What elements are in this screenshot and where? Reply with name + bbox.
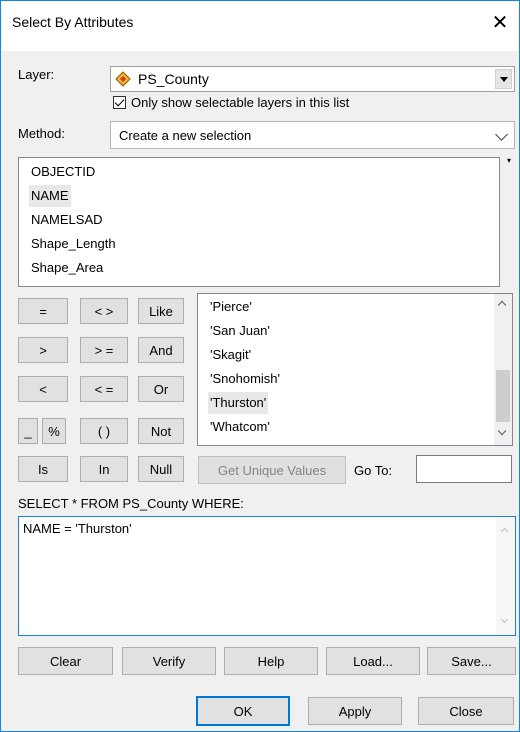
scroll-up-icon[interactable] bbox=[500, 527, 509, 536]
or-button[interactable]: Or bbox=[138, 376, 184, 402]
expression-scrollbar[interactable] bbox=[496, 517, 515, 635]
not-button[interactable]: Not bbox=[138, 418, 184, 444]
unique-values-list[interactable]: 'Pierce' 'San Juan' 'Skagit' 'Snohomish'… bbox=[197, 293, 513, 446]
get-unique-values-button[interactable]: Get Unique Values bbox=[198, 456, 346, 484]
chevron-down-icon bbox=[495, 128, 508, 141]
in-button[interactable]: In bbox=[80, 456, 128, 482]
verify-button[interactable]: Verify bbox=[122, 647, 216, 675]
null-button[interactable]: Null bbox=[138, 456, 184, 482]
field-item[interactable]: NAMELSAD bbox=[29, 209, 105, 231]
method-dropdown[interactable]: Create a new selection bbox=[110, 121, 515, 149]
ok-button[interactable]: OK bbox=[196, 696, 290, 726]
fields-list[interactable]: OBJECTID NAME NAMELSAD Shape_Length Shap… bbox=[18, 157, 500, 287]
layer-value: PS_County bbox=[138, 71, 209, 87]
underscore-button[interactable]: _ bbox=[18, 418, 38, 444]
check-icon bbox=[114, 96, 125, 107]
less-equal-button[interactable]: < = bbox=[80, 376, 128, 402]
go-to-label: Go To: bbox=[354, 463, 393, 478]
selectable-layers-label: Only show selectable layers in this list bbox=[131, 95, 350, 110]
value-item[interactable]: 'Pierce' bbox=[208, 296, 254, 318]
layer-dropdown-button[interactable] bbox=[495, 69, 512, 89]
expression-textarea[interactable]: NAME = 'Thurston' bbox=[18, 516, 516, 636]
scroll-down-icon[interactable] bbox=[500, 615, 509, 624]
expression-text: NAME = 'Thurston' bbox=[23, 521, 132, 536]
help-button[interactable]: Help bbox=[224, 647, 318, 675]
clear-button[interactable]: Clear bbox=[18, 647, 113, 675]
go-to-input[interactable] bbox=[416, 455, 512, 483]
equals-button[interactable]: = bbox=[18, 298, 68, 324]
percent-button[interactable]: % bbox=[42, 418, 66, 444]
field-item[interactable]: OBJECTID bbox=[29, 161, 97, 183]
load-button[interactable]: Load... bbox=[326, 647, 420, 675]
scroll-down-icon[interactable] bbox=[497, 426, 507, 436]
is-button[interactable]: Is bbox=[18, 456, 68, 482]
apply-button[interactable]: Apply bbox=[308, 697, 402, 725]
value-item-selected[interactable]: 'Thurston' bbox=[208, 392, 269, 414]
values-scrollbar[interactable] bbox=[494, 294, 512, 445]
scroll-up-icon[interactable] bbox=[497, 300, 507, 310]
parentheses-button[interactable]: ( ) bbox=[80, 418, 128, 444]
like-button[interactable]: Like bbox=[138, 298, 184, 324]
field-item[interactable]: Shape_Area bbox=[29, 257, 105, 279]
layer-label: Layer: bbox=[18, 67, 55, 82]
close-icon[interactable]: ✕ bbox=[486, 8, 514, 38]
layer-dropdown[interactable]: PS_County bbox=[110, 66, 515, 92]
greater-than-button[interactable]: > bbox=[18, 337, 68, 363]
value-item[interactable]: 'Skagit' bbox=[208, 344, 253, 366]
selectable-layers-checkbox[interactable] bbox=[113, 96, 126, 109]
layer-icon bbox=[115, 71, 131, 87]
method-value: Create a new selection bbox=[119, 128, 252, 143]
close-button[interactable]: Close bbox=[418, 697, 514, 725]
scrollbar-thumb[interactable] bbox=[496, 370, 510, 422]
less-than-button[interactable]: < bbox=[18, 376, 68, 402]
value-item[interactable]: 'Whatcom' bbox=[208, 416, 272, 438]
value-item[interactable]: 'San Juan' bbox=[208, 320, 272, 342]
list-resize-icon: ▾ bbox=[507, 156, 512, 165]
chevron-down-icon bbox=[500, 77, 508, 82]
not-equal-button[interactable]: < > bbox=[80, 298, 128, 324]
field-item[interactable]: Shape_Length bbox=[29, 233, 118, 255]
greater-equal-button[interactable]: > = bbox=[80, 337, 128, 363]
and-button[interactable]: And bbox=[138, 337, 184, 363]
value-item[interactable]: 'Snohomish' bbox=[208, 368, 282, 390]
field-item-selected[interactable]: NAME bbox=[29, 185, 71, 207]
method-label: Method: bbox=[18, 126, 65, 141]
save-button[interactable]: Save... bbox=[427, 647, 516, 675]
dialog-title: Select By Attributes bbox=[12, 14, 134, 30]
sql-prefix-label: SELECT * FROM PS_County WHERE: bbox=[18, 496, 244, 511]
